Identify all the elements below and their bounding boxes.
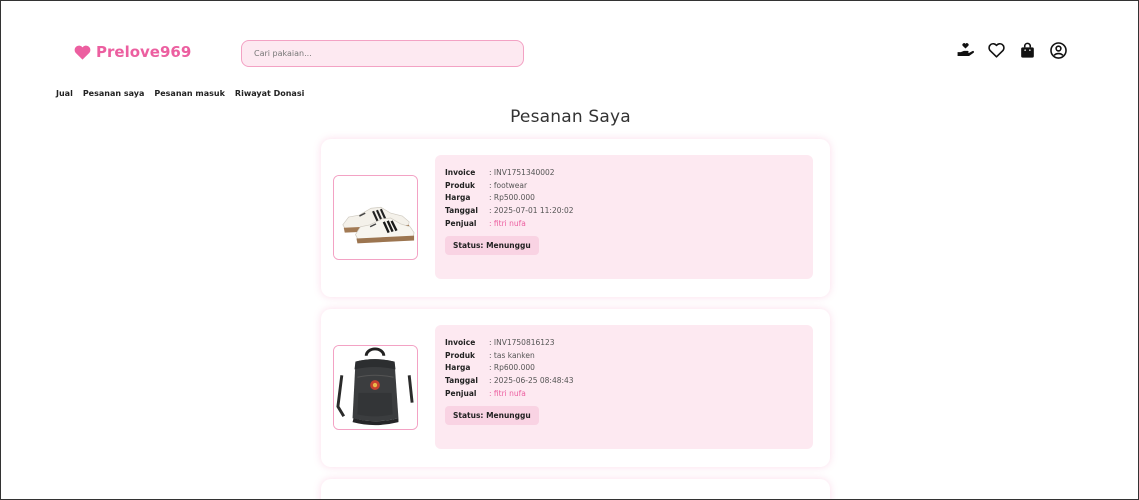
- price-row: Harga : Rp500.000: [445, 192, 803, 205]
- header-icons: [956, 41, 1068, 60]
- search-input[interactable]: [241, 40, 524, 67]
- brand-name: Prelove969: [96, 43, 192, 61]
- order-card: Invoice : INV1750816123 Produk : tas kan…: [321, 309, 830, 467]
- invoice-value: : INV1750816123: [489, 338, 555, 347]
- product-label: Produk: [445, 350, 476, 360]
- backpack-image: [334, 346, 417, 429]
- price-label: Harga: [445, 193, 471, 203]
- status-label: Status:: [453, 410, 484, 420]
- heart-icon[interactable]: [987, 41, 1006, 60]
- product-row: Produk : tas kanken: [445, 350, 803, 363]
- product-image-sneaker[interactable]: [333, 175, 418, 260]
- invoice-row: Invoice : INV1751340002: [445, 167, 803, 180]
- product-image-backpack[interactable]: [333, 345, 418, 430]
- status-label: Status:: [453, 240, 484, 250]
- main-nav: Jual Pesanan saya Pesanan masuk Riwayat …: [56, 89, 304, 98]
- order-info: Invoice : INV1750816123 Produk : tas kan…: [435, 325, 813, 449]
- price-value: : Rp500.000: [489, 193, 535, 203]
- date-label: Tanggal: [445, 206, 478, 216]
- price-label: Harga: [445, 363, 471, 373]
- price-row: Harga : Rp600.000: [445, 362, 803, 375]
- status-value: Menunggu: [486, 240, 531, 250]
- product-label: Produk: [445, 180, 476, 190]
- date-value: : 2025-07-01 11:20:02: [489, 206, 574, 216]
- heart-logo-icon: [74, 45, 91, 60]
- app-frame: Prelove969 Jual Pesanan saya Pesanan mas…: [0, 0, 1139, 500]
- page-title: Pesanan Saya: [510, 107, 631, 127]
- seller-link[interactable]: : fitri nufa: [489, 388, 526, 401]
- nav-item-riwayat-donasi[interactable]: Riwayat Donasi: [235, 89, 304, 98]
- status-badge: Status: Menunggu: [445, 405, 539, 425]
- invoice-value: : INV1751340002: [489, 168, 555, 177]
- status-value: Menunggu: [486, 410, 531, 420]
- seller-label: Penjual: [445, 218, 477, 228]
- seller-row: Penjual : fitri nufa: [445, 218, 803, 231]
- price-value: : Rp600.000: [489, 363, 535, 373]
- invoice-row: Invoice : INV1750816123: [445, 337, 803, 350]
- date-row: Tanggal : 2025-07-01 11:20:02: [445, 205, 803, 218]
- nav-item-jual[interactable]: Jual: [56, 89, 73, 98]
- order-card: Invoice : INV1751340002 Produk : footwea…: [321, 139, 830, 297]
- donate-hand-icon[interactable]: [956, 41, 975, 60]
- date-label: Tanggal: [445, 376, 478, 386]
- seller-row: Penjual : fitri nufa: [445, 388, 803, 401]
- brand-logo[interactable]: Prelove969: [74, 43, 191, 61]
- status-badge: Status: Menunggu: [445, 235, 539, 255]
- shopping-bag-icon[interactable]: [1018, 41, 1037, 60]
- user-profile-icon[interactable]: [1049, 41, 1068, 60]
- order-info: Invoice : INV1751340002 Produk : footwea…: [435, 155, 813, 279]
- product-value: : tas kanken: [489, 350, 535, 360]
- sneaker-image: [334, 176, 417, 259]
- invoice-label: Invoice: [445, 338, 476, 347]
- date-row: Tanggal : 2025-06-25 08:48:43: [445, 375, 803, 388]
- invoice-label: Invoice: [445, 168, 476, 177]
- order-card-partial: [321, 479, 830, 499]
- seller-link[interactable]: : fitri nufa: [489, 218, 526, 231]
- nav-item-pesanan-saya[interactable]: Pesanan saya: [83, 89, 145, 98]
- seller-label: Penjual: [445, 388, 477, 398]
- product-row: Produk : footwear: [445, 180, 803, 193]
- nav-item-pesanan-masuk[interactable]: Pesanan masuk: [154, 89, 225, 98]
- date-value: : 2025-06-25 08:48:43: [489, 376, 574, 386]
- product-value: : footwear: [489, 180, 528, 190]
